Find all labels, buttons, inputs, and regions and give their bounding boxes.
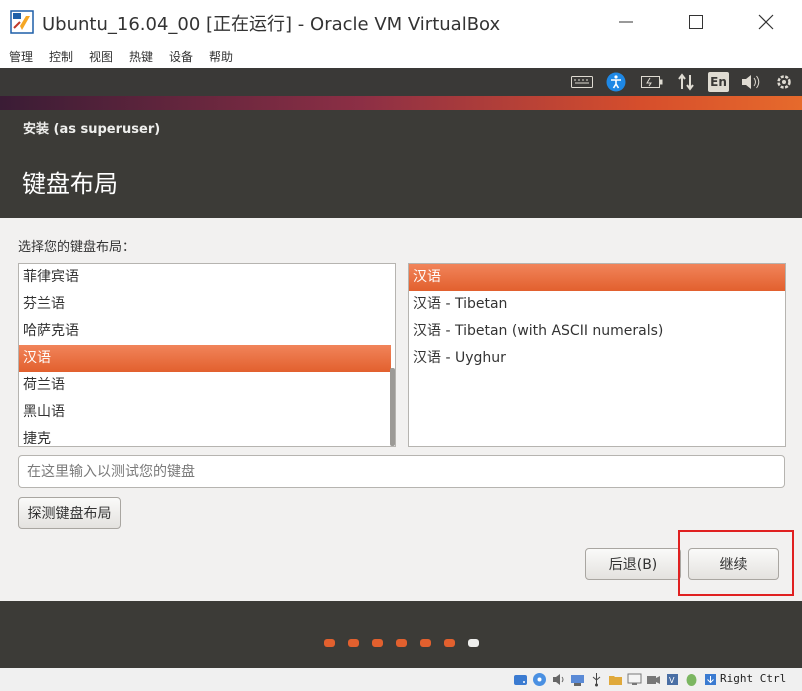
keyboard-test-input[interactable] — [18, 455, 785, 488]
layout-list-scrollbar[interactable] — [390, 368, 395, 446]
list-item[interactable]: 捷克 — [19, 426, 391, 446]
close-icon — [758, 14, 774, 30]
host-key-label: Right Ctrl — [720, 672, 787, 685]
progress-dots — [324, 639, 479, 647]
optical-drive-icon[interactable] — [531, 671, 548, 688]
language-icon[interactable]: En — [708, 72, 729, 92]
network-adapter-icon[interactable] — [569, 671, 586, 688]
menu-control[interactable]: 控制 — [49, 48, 73, 65]
progress-dot — [420, 639, 431, 647]
minimize-button[interactable] — [606, 6, 646, 38]
maximize-icon — [689, 15, 703, 29]
progress-dot-current — [468, 639, 479, 647]
list-item[interactable]: 荷兰语 — [19, 372, 391, 399]
installer-header: 安装 (as superuser) 键盘布局 — [0, 110, 802, 218]
menu-manage[interactable]: 管理 — [9, 48, 33, 65]
desktop-wallpaper — [0, 96, 802, 110]
list-item[interactable]: 黑山语 — [19, 399, 391, 426]
menu-hotkeys[interactable]: 热键 — [129, 48, 153, 65]
cpu-vtx-icon[interactable]: V — [664, 671, 681, 688]
audio-icon[interactable] — [550, 671, 567, 688]
maximize-button[interactable] — [676, 6, 716, 38]
network-icon[interactable] — [676, 72, 696, 92]
window-titlebar: Ubuntu_16.04_00 [正在运行] - Oracle VM Virtu… — [0, 0, 802, 44]
battery-icon[interactable] — [640, 72, 664, 92]
menu-view[interactable]: 视图 — [89, 48, 113, 65]
progress-dot — [324, 639, 335, 647]
menu-devices[interactable]: 设备 — [169, 48, 193, 65]
top-panel: En — [0, 68, 802, 96]
list-item[interactable]: 汉语 - Tibetan (with ASCII numerals) — [409, 318, 785, 345]
display-icon[interactable] — [626, 671, 643, 688]
layout-list[interactable]: 菲律宾语 芬兰语 哈萨克语 汉语 荷兰语 黑山语 捷克 — [18, 263, 396, 447]
shared-folders-icon[interactable] — [607, 671, 624, 688]
layout-prompt: 选择您的键盘布局： — [18, 240, 136, 255]
annotation-highlight-box — [678, 530, 794, 596]
list-item[interactable]: 汉语 - Uyghur — [409, 345, 785, 372]
variant-list[interactable]: 汉语 汉语 - Tibetan 汉语 - Tibetan (with ASCII… — [408, 263, 786, 447]
minimize-icon — [619, 21, 633, 23]
volume-icon[interactable] — [740, 72, 762, 92]
list-item-selected[interactable]: 汉语 — [19, 345, 391, 372]
vm-status-bar: V Right Ctrl — [0, 668, 802, 691]
progress-dot — [444, 639, 455, 647]
list-item[interactable]: 汉语 - Tibetan — [409, 291, 785, 318]
progress-dot — [348, 639, 359, 647]
detect-layout-button[interactable]: 探测键盘布局 — [18, 497, 121, 529]
menu-help[interactable]: 帮助 — [209, 48, 233, 65]
hard-disk-icon[interactable] — [512, 671, 529, 688]
list-item[interactable]: 菲律宾语 — [19, 264, 391, 291]
page-title: 键盘布局 — [22, 170, 118, 198]
language-indicator: En — [710, 75, 727, 89]
installer-footer — [0, 601, 802, 668]
back-button[interactable]: 后退(B) — [585, 548, 681, 580]
power-gear-icon[interactable] — [773, 72, 795, 92]
keyboard-icon[interactable] — [570, 72, 594, 92]
progress-dot — [372, 639, 383, 647]
progress-dot — [396, 639, 407, 647]
window-title: Ubuntu_16.04_00 [正在运行] - Oracle VM Virtu… — [42, 14, 501, 35]
video-capture-icon[interactable] — [645, 671, 662, 688]
usb-icon[interactable] — [588, 671, 605, 688]
list-item-selected[interactable]: 汉语 — [409, 264, 785, 291]
list-item[interactable]: 芬兰语 — [19, 291, 391, 318]
accessibility-icon[interactable] — [605, 72, 627, 92]
virtualbox-app-icon — [10, 10, 34, 34]
keyboard-capture-icon[interactable] — [702, 671, 719, 688]
svg-text:V: V — [669, 676, 675, 685]
mouse-integration-icon[interactable] — [683, 671, 700, 688]
installer-window-title: 安装 (as superuser) — [23, 122, 161, 137]
menu-bar: 管理 控制 视图 热键 设备 帮助 — [0, 44, 802, 68]
list-item[interactable]: 哈萨克语 — [19, 318, 391, 345]
close-button[interactable] — [746, 6, 786, 38]
